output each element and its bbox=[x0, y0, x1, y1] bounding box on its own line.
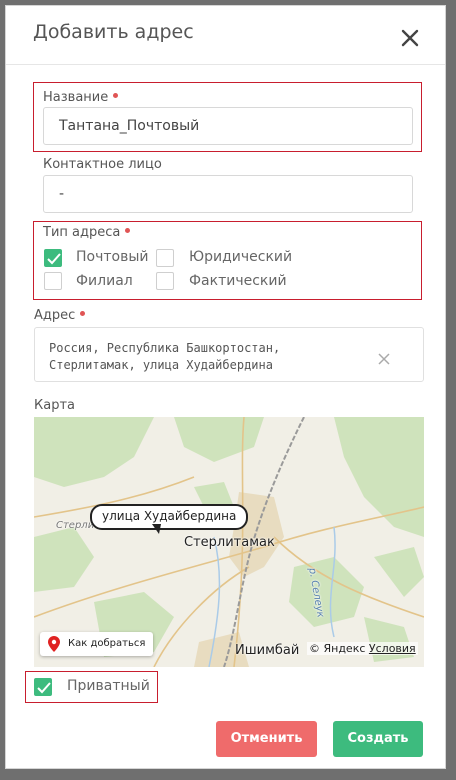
checkbox-private[interactable] bbox=[34, 678, 52, 696]
terms-link[interactable]: Условия bbox=[369, 642, 416, 655]
create-button[interactable]: Создать bbox=[333, 721, 423, 757]
clear-address-button[interactable] bbox=[378, 350, 390, 365]
map-marker-label: улица Худайбердина bbox=[90, 504, 249, 530]
dialog-title: Добавить адрес bbox=[33, 21, 194, 43]
checkbox-branch[interactable] bbox=[44, 272, 62, 290]
clear-icon bbox=[378, 353, 390, 365]
address-type-label: Тип адреса bbox=[43, 225, 131, 240]
required-indicator bbox=[125, 228, 131, 233]
address-type-label-text: Тип адреса bbox=[43, 225, 121, 240]
checkbox-actual[interactable] bbox=[156, 272, 174, 290]
name-input[interactable]: Тантана_Почтовый bbox=[43, 107, 413, 145]
attribution-brand: © Яндекс bbox=[309, 642, 366, 655]
close-button[interactable] bbox=[398, 26, 422, 50]
required-indicator bbox=[113, 93, 119, 98]
address-input[interactable]: Россия, Республика Башкортостан, Стерлит… bbox=[34, 327, 424, 382]
checkmark-icon bbox=[37, 682, 51, 694]
map-label: Карта bbox=[34, 398, 75, 413]
name-label: Название bbox=[43, 90, 119, 105]
address-line-2: Стерлитамак, улица Худайбердина bbox=[49, 358, 273, 372]
checkbox-private-label[interactable]: Приватный bbox=[67, 678, 150, 694]
address-label-text: Адрес bbox=[34, 308, 76, 323]
address-label: Адрес bbox=[34, 308, 86, 323]
checkbox-postal-label[interactable]: Почтовый bbox=[76, 249, 149, 265]
checkbox-legal-label[interactable]: Юридический bbox=[189, 249, 292, 265]
required-indicator bbox=[80, 311, 86, 316]
map[interactable]: Стерлитамакский район р. Селеук улица Ху… bbox=[34, 417, 424, 667]
checkmark-icon bbox=[47, 253, 61, 265]
route-button-label: Как добраться bbox=[68, 638, 146, 649]
address-value: Россия, Республика Башкортостан, Стерлит… bbox=[49, 340, 369, 374]
name-label-text: Название bbox=[43, 90, 109, 105]
checkbox-actual-label[interactable]: Фактический bbox=[189, 273, 287, 289]
dialog-header: Добавить адрес bbox=[6, 6, 445, 65]
checkbox-branch-label[interactable]: Филиал bbox=[76, 273, 133, 289]
map-city-main: Стерлитамак bbox=[184, 535, 275, 550]
address-line-1: Россия, Республика Башкортостан, bbox=[49, 341, 281, 355]
map-city-south: Ишимбай bbox=[235, 643, 300, 658]
checkbox-legal[interactable] bbox=[156, 249, 174, 267]
checkbox-postal[interactable] bbox=[44, 249, 62, 267]
cancel-button[interactable]: Отменить bbox=[216, 721, 317, 757]
add-address-dialog: Добавить адрес Название Тантана_Почтовый… bbox=[5, 5, 446, 769]
route-button[interactable]: Как добраться bbox=[40, 632, 154, 656]
map-marker-tail bbox=[152, 524, 161, 534]
map-pin-icon bbox=[48, 636, 60, 652]
close-icon bbox=[401, 29, 419, 47]
map-attribution: © Яндекс Условия bbox=[307, 642, 418, 655]
contact-input[interactable]: - bbox=[43, 175, 413, 213]
contact-label: Контактное лицо bbox=[43, 157, 162, 172]
